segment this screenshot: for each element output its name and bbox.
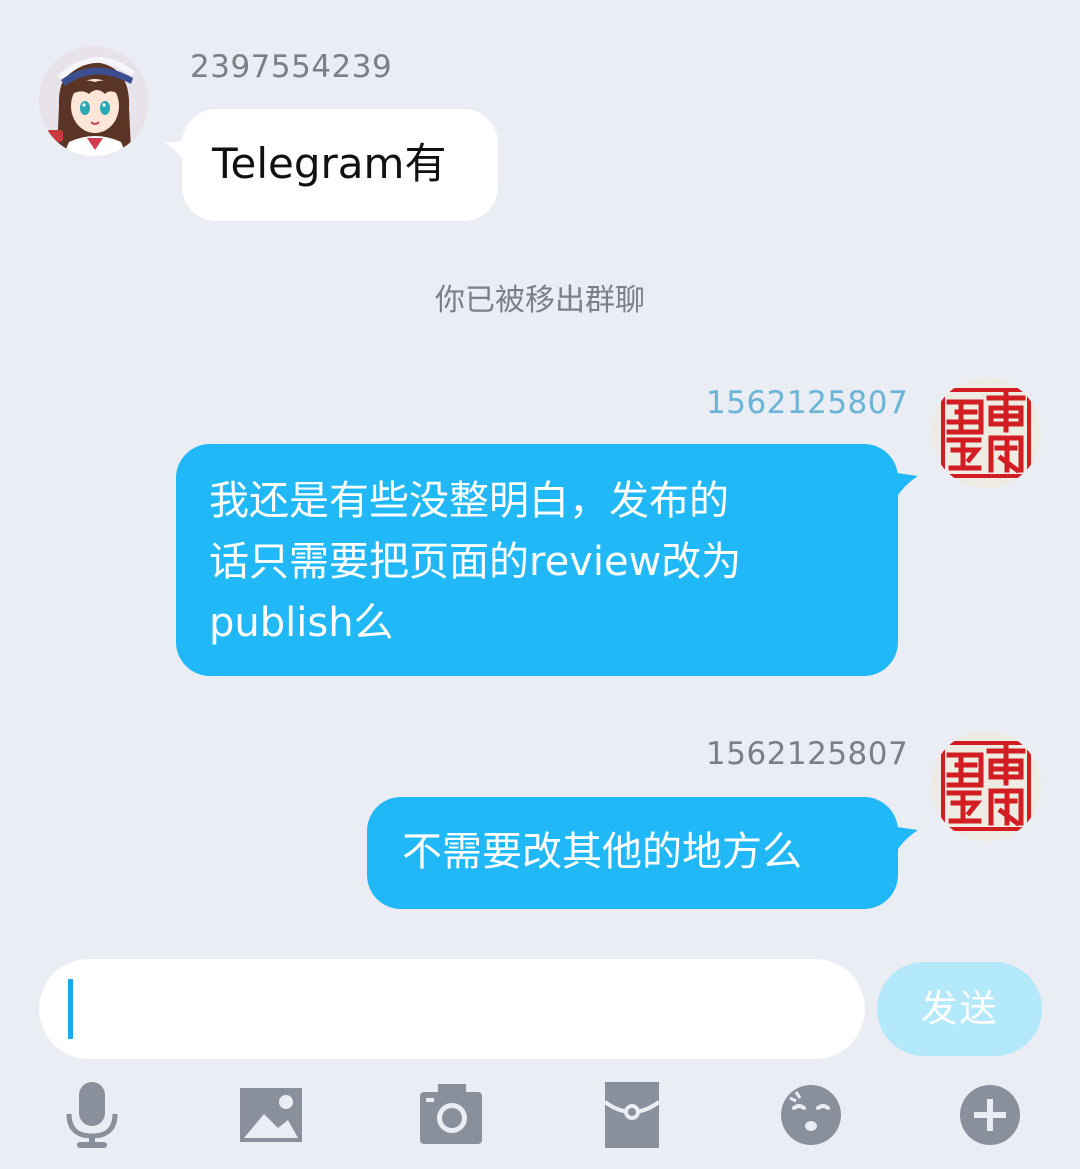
sender-name: 2397554239 — [190, 49, 393, 85]
message-text: Telegram有 — [212, 139, 447, 188]
system-notice: 你已被移出群聊 — [435, 283, 645, 318]
message-text: 不需要改其他的地方么 — [402, 829, 802, 875]
plus-icon[interactable] — [955, 1080, 1025, 1150]
message-input[interactable] — [39, 959, 865, 1059]
image-icon[interactable] — [236, 1080, 306, 1150]
red-seal-avatar-image — [931, 731, 1041, 841]
message-bubble-outgoing[interactable]: 我还是有些没整明白，发布的 话只需要把页面的review改为 publish么 — [176, 444, 898, 676]
emoji-icon[interactable] — [776, 1080, 846, 1150]
sender-name: 1562125807 — [706, 736, 909, 772]
red-packet-icon[interactable] — [597, 1080, 667, 1150]
send-button[interactable]: 发送 — [877, 962, 1042, 1056]
anime-girl-avatar-image — [39, 46, 149, 156]
message-bubble-incoming[interactable]: Telegram有 — [182, 109, 498, 221]
avatar-user-2397554239[interactable] — [39, 46, 149, 156]
avatar-user-1562125807[interactable] — [931, 731, 1041, 841]
text-caret — [68, 979, 73, 1039]
message-text: 我还是有些没整明白，发布的 话只需要把页面的review改为 publish么 — [209, 478, 742, 646]
camera-icon[interactable] — [416, 1080, 486, 1150]
red-seal-avatar-image — [931, 378, 1041, 488]
message-bubble-outgoing[interactable]: 不需要改其他的地方么 — [367, 797, 898, 909]
sender-name: 1562125807 — [706, 385, 909, 421]
avatar-user-1562125807[interactable] — [931, 378, 1041, 488]
microphone-icon[interactable] — [57, 1080, 127, 1150]
